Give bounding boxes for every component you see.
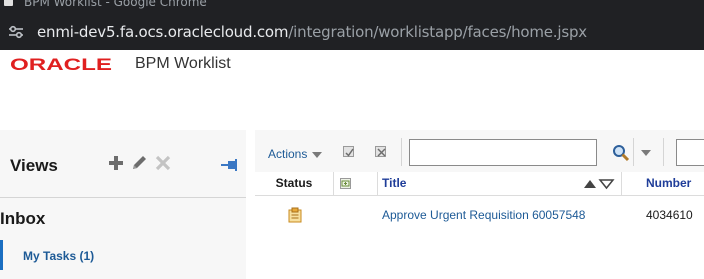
sort-icon[interactable] — [583, 178, 615, 190]
secondary-search-input[interactable] — [676, 139, 704, 166]
expand-icon[interactable] — [340, 178, 351, 189]
oracle-logo: ORACLE — [10, 56, 112, 72]
oracle-logo-text: ORACLE — [10, 56, 112, 72]
app-header: ORACLE BPM Worklist — [0, 50, 704, 130]
toolbar-separator — [401, 138, 402, 166]
site-settings-icon[interactable] — [8, 24, 24, 40]
task-number: 4034610 — [646, 208, 693, 222]
pencil-icon[interactable] — [130, 154, 148, 172]
search-separator — [633, 138, 634, 166]
column-status[interactable]: Status — [255, 172, 333, 196]
actions-menu[interactable]: Actions — [268, 147, 323, 161]
panel-divider — [0, 197, 246, 198]
chevron-down-icon[interactable] — [641, 150, 651, 156]
sidebar-item-my-tasks[interactable]: My Tasks (1) — [0, 240, 246, 270]
table-header: Status Title Number — [255, 172, 704, 196]
favicon-icon — [4, 0, 13, 6]
close-icon[interactable] — [154, 154, 172, 172]
clipboard-icon — [288, 207, 302, 223]
my-tasks-label: My Tasks (1) — [23, 249, 95, 263]
url-text[interactable]: enmi-dev5.fa.ocs.oraclecloud.com/integra… — [37, 23, 587, 41]
selection-indicator — [0, 240, 3, 270]
actions-label: Actions — [268, 147, 308, 161]
search-input[interactable] — [409, 139, 597, 166]
views-title: Views — [10, 156, 58, 175]
pin-icon[interactable] — [220, 158, 238, 172]
task-toolbar: Actions — [255, 130, 704, 172]
close-box-icon[interactable] — [375, 146, 386, 157]
chevron-down-icon — [312, 151, 323, 158]
inbox-title: Inbox — [0, 209, 46, 228]
plus-icon[interactable] — [107, 154, 125, 172]
url-host: enmi-dev5.fa.ocs.oraclecloud.com — [37, 23, 289, 41]
address-bar[interactable]: enmi-dev5.fa.ocs.oraclecloud.com/integra… — [0, 14, 704, 50]
checkbox-icon[interactable] — [343, 146, 354, 157]
url-path: /integration/worklistapp/faces/home.jspx — [288, 23, 587, 41]
column-number[interactable]: Number — [621, 172, 704, 196]
table-row[interactable]: Approve Urgent Requisition 60057548 4034… — [255, 197, 704, 234]
app-title: BPM Worklist — [135, 55, 231, 72]
browser-title-bar: BPM Worklist - Google Chrome — [0, 0, 704, 14]
views-panel: Views Inbox My Tasks (1) — [0, 130, 246, 279]
toolbar-separator — [663, 138, 664, 166]
task-title-link[interactable]: Approve Urgent Requisition 60057548 — [382, 208, 585, 222]
search-icon[interactable] — [612, 144, 630, 162]
window-title: BPM Worklist - Google Chrome — [24, 0, 207, 9]
